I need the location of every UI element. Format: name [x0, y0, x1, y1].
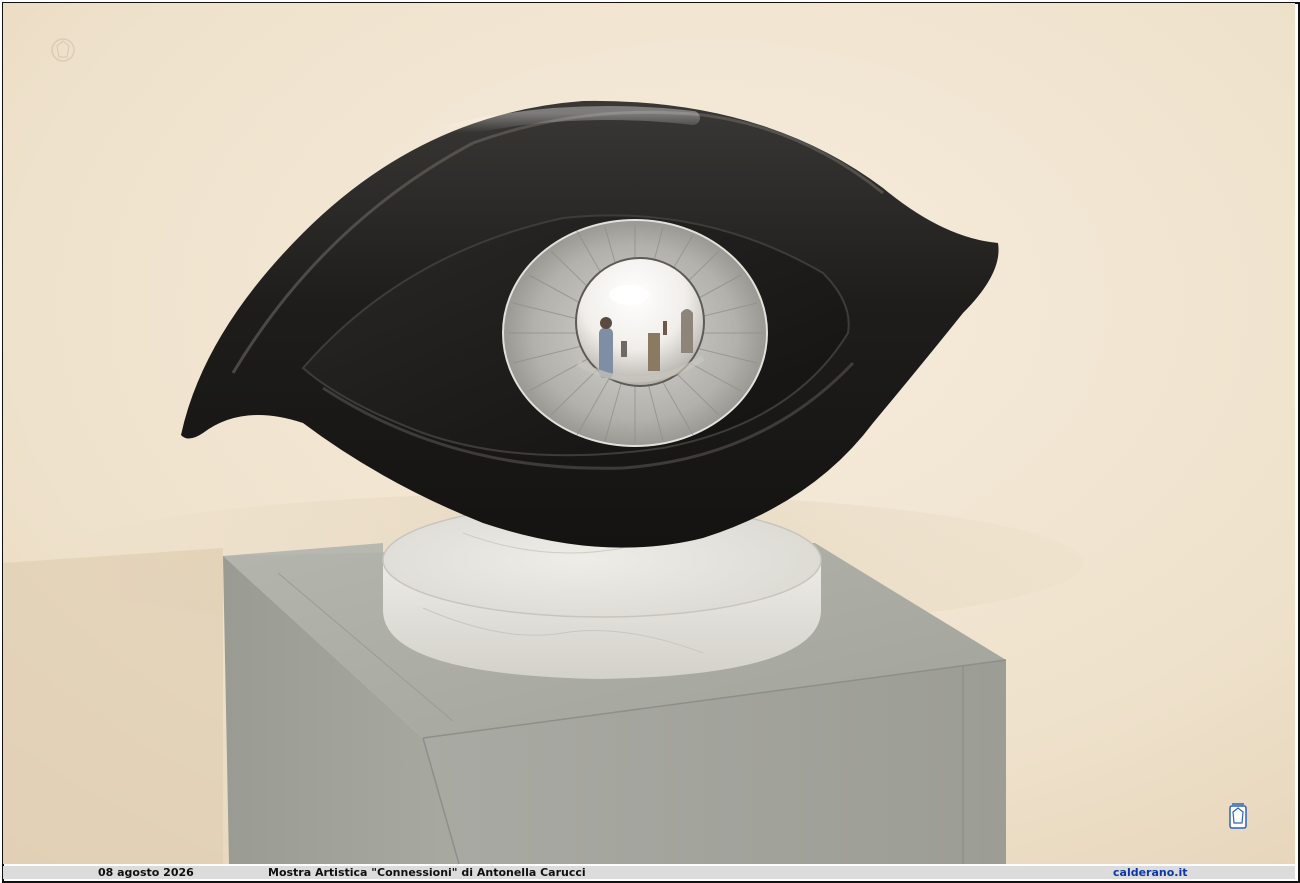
- site-link[interactable]: calderano.it: [1113, 866, 1188, 879]
- caption-date: 08 agosto 2026: [98, 866, 194, 879]
- caption-bar: 08 agosto 2026 Mostra Artistica "Conness…: [3, 866, 1295, 879]
- caption-title: Mostra Artistica "Connessioni" di Antone…: [268, 866, 586, 879]
- crest-icon: [1229, 803, 1247, 829]
- photo: [3, 3, 1295, 864]
- scene-illustration: [3, 3, 1295, 864]
